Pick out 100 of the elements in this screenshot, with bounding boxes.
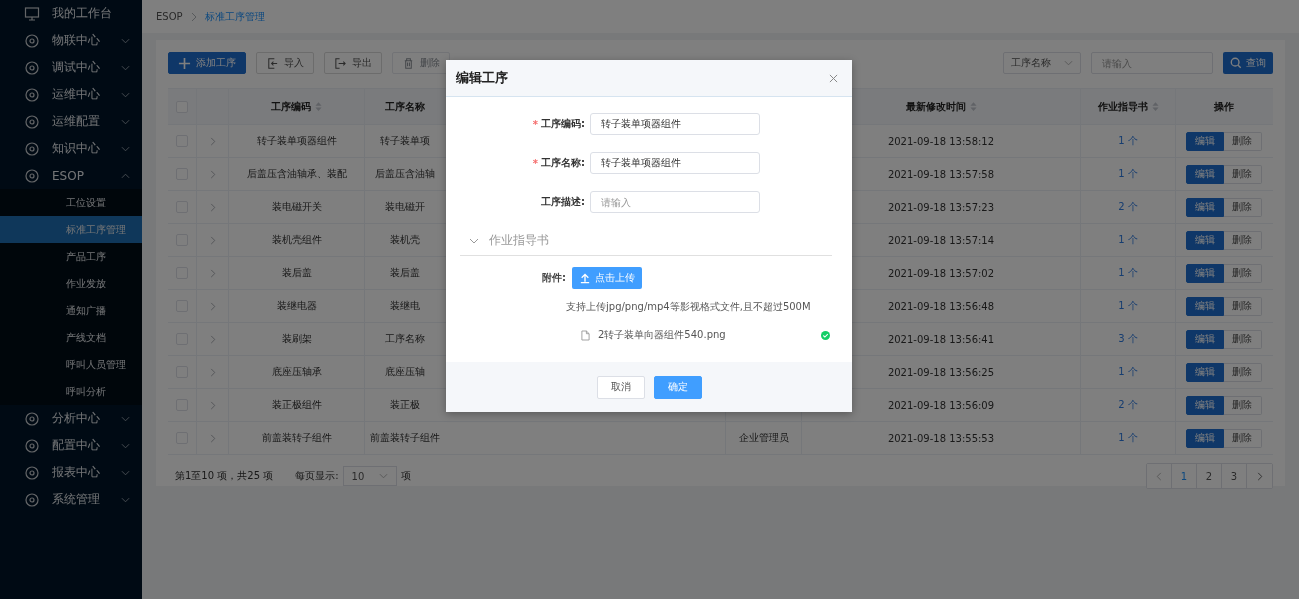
input-field[interactable]: 请输入 — [590, 191, 760, 213]
cancel-button[interactable]: 取消 — [596, 375, 645, 399]
expand-chevron-icon[interactable] — [209, 235, 216, 245]
chevron-right-icon — [1256, 471, 1263, 481]
table-cell: 底座压轴承 — [271, 365, 322, 379]
input-field[interactable]: 转子装单项器组件 — [590, 152, 760, 174]
sidebar-subitem[interactable]: 作业发放 — [0, 270, 142, 297]
sidebar-item[interactable]: 运维中心 — [0, 81, 142, 108]
guide-count-link[interactable]: 1 个 — [1118, 365, 1138, 379]
input-field[interactable]: 转子装单项器组件 — [590, 113, 760, 135]
edit-button[interactable]: 编辑 — [1185, 428, 1224, 448]
sort-icon[interactable] — [969, 102, 977, 111]
sidebar-subitem[interactable]: 标准工序管理 — [0, 216, 142, 243]
expand-chevron-icon[interactable] — [209, 400, 216, 410]
edit-button[interactable]: 编辑 — [1185, 329, 1224, 349]
sidebar-item[interactable]: 运维配置 — [0, 108, 142, 135]
next-page-button[interactable] — [1247, 464, 1272, 488]
sidebar-subitem[interactable]: 呼叫分析 — [0, 378, 142, 405]
guide-count-link[interactable]: 1 个 — [1118, 266, 1138, 280]
guide-count-link[interactable]: 1 个 — [1118, 431, 1138, 445]
edit-button[interactable]: 编辑 — [1185, 230, 1224, 250]
edit-button[interactable]: 编辑 — [1185, 296, 1224, 316]
search-button[interactable]: 查询 — [1223, 52, 1273, 74]
page-button[interactable]: 3 — [1222, 464, 1247, 488]
expand-chevron-icon[interactable] — [209, 136, 216, 146]
upload-button[interactable]: 点击上传 — [572, 267, 642, 289]
expand-chevron-icon[interactable] — [209, 202, 216, 212]
expand-chevron-icon[interactable] — [209, 433, 216, 443]
table-cell: 后盖压含油轴承、装配 — [246, 167, 347, 181]
edit-button[interactable]: 编辑 — [1185, 131, 1224, 151]
sidebar-item[interactable]: 我的工作台 — [0, 0, 142, 27]
sidebar-item[interactable]: ESOP — [0, 162, 142, 189]
delete-button[interactable]: 删除 — [1223, 362, 1262, 382]
guide-count-link[interactable]: 2 个 — [1118, 200, 1138, 214]
delete-button[interactable]: 删除 — [1223, 428, 1262, 448]
sort-icon[interactable] — [1151, 102, 1159, 111]
column-header: 作业指导书 — [1097, 99, 1148, 114]
expand-chevron-icon[interactable] — [209, 268, 216, 278]
file-name[interactable]: 2转子装单向器组件540.png — [598, 328, 813, 342]
export-button[interactable]: 导出 — [324, 52, 382, 74]
filter-dropdown[interactable]: 工序名称 — [1003, 52, 1081, 74]
plus-icon — [178, 56, 191, 70]
sidebar-item[interactable]: 配置中心 — [0, 432, 142, 459]
table-cell: 企业管理员 — [738, 431, 789, 445]
sidebar-item[interactable]: 物联中心 — [0, 27, 142, 54]
sidebar-item[interactable]: 系统管理 — [0, 486, 142, 513]
expand-chevron-icon[interactable] — [209, 301, 216, 311]
table-cell: 2021-09-18 13:58:12 — [887, 135, 995, 147]
field-label: 工序名称: — [541, 156, 585, 170]
sidebar-item-label: 系统管理 — [52, 491, 101, 508]
guide-count-link[interactable]: 1 个 — [1118, 299, 1138, 313]
sort-icon[interactable] — [315, 102, 322, 111]
page-button[interactable]: 1 — [1172, 464, 1197, 488]
breadcrumb-link[interactable]: 标准工序管理 — [204, 9, 265, 24]
sidebar-item[interactable]: 报表中心 — [0, 459, 142, 486]
guide-count-link[interactable]: 3 个 — [1118, 332, 1138, 346]
table-cell: 2021-09-18 13:56:25 — [887, 366, 995, 378]
delete-button[interactable]: 删除 — [1223, 197, 1262, 217]
edit-button[interactable]: 编辑 — [1185, 197, 1224, 217]
expand-chevron-icon[interactable] — [209, 334, 216, 344]
delete-button[interactable]: 删除 — [1223, 131, 1262, 151]
guide-count-link[interactable]: 2 个 — [1118, 398, 1138, 412]
sidebar-item[interactable]: 知识中心 — [0, 135, 142, 162]
expand-chevron-icon[interactable] — [209, 169, 216, 179]
page-button[interactable]: 2 — [1197, 464, 1222, 488]
table-cell: 装机壳组件 — [271, 233, 322, 247]
delete-button[interactable]: 删除 — [1223, 395, 1262, 415]
table-cell: 2021-09-18 13:57:02 — [887, 267, 995, 279]
collapse-header[interactable]: 作业指导书 — [460, 226, 832, 256]
edit-button[interactable]: 编辑 — [1185, 164, 1224, 184]
delete-button[interactable]: 删除 — [1223, 329, 1262, 349]
edit-button[interactable]: 编辑 — [1185, 263, 1224, 283]
export-icon — [334, 56, 347, 70]
sidebar-subitem[interactable]: 产线文档 — [0, 324, 142, 351]
import-button[interactable]: 导入 — [256, 52, 314, 74]
breadcrumb-link[interactable]: ESOP — [156, 11, 183, 22]
sidebar-item-label: 分析中心 — [52, 410, 101, 427]
sidebar-subitem[interactable]: 工位设置 — [0, 189, 142, 216]
delete-button[interactable]: 删除 — [1223, 164, 1262, 184]
sidebar-item[interactable]: 调试中心 — [0, 54, 142, 81]
sidebar-subitem[interactable]: 产品工序 — [0, 243, 142, 270]
sidebar-subitem[interactable]: 通知广播 — [0, 297, 142, 324]
edit-button[interactable]: 编辑 — [1185, 395, 1224, 415]
sidebar-item[interactable]: 分析中心 — [0, 405, 142, 432]
guide-count-link[interactable]: 1 个 — [1118, 167, 1138, 181]
add-button[interactable]: 添加工序 — [168, 52, 246, 74]
expand-chevron-icon[interactable] — [209, 367, 216, 377]
close-icon[interactable] — [829, 73, 838, 83]
page-size-dropdown[interactable]: 10 — [342, 466, 397, 486]
delete-button[interactable]: 删除 — [1223, 296, 1262, 316]
sidebar-item-label: 配置中心 — [52, 437, 101, 454]
previous-page-button[interactable] — [1147, 464, 1172, 488]
delete-button[interactable]: 删除 — [1223, 230, 1262, 250]
confirm-button[interactable]: 确定 — [653, 375, 702, 399]
guide-count-link[interactable]: 1 个 — [1118, 233, 1138, 247]
sidebar-subitem[interactable]: 呼叫人员管理 — [0, 351, 142, 378]
table-cell: 后盖压含油轴 — [375, 167, 435, 181]
guide-count-link[interactable]: 1 个 — [1118, 134, 1138, 148]
edit-button[interactable]: 编辑 — [1185, 362, 1224, 382]
delete-button[interactable]: 删除 — [1223, 263, 1262, 283]
